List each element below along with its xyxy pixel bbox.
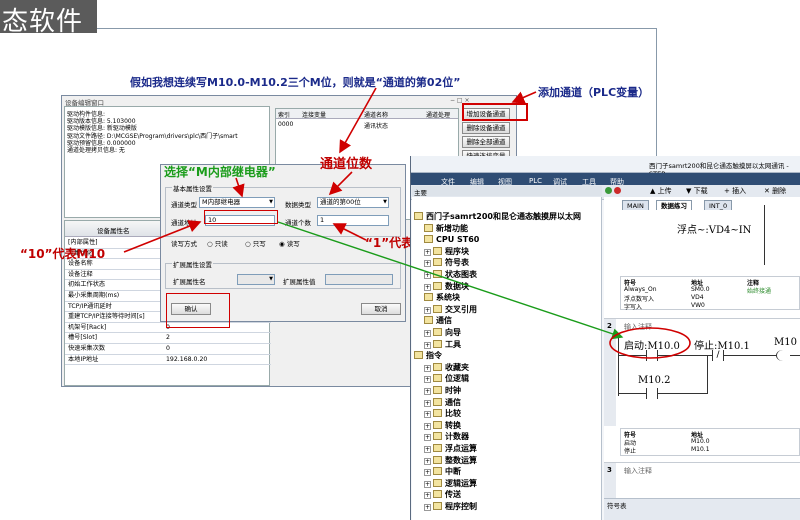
highlight-ladder-start (609, 327, 691, 359)
arrow-add-channel (511, 91, 537, 104)
arrow-green-link (277, 221, 624, 340)
arrow-one-means (332, 223, 367, 241)
annotation-arrows (123, 87, 691, 359)
arrow-ten-means (123, 220, 202, 253)
arrow-select-m (232, 177, 245, 198)
arrow-question (339, 87, 377, 154)
arrow-channel-bit (328, 171, 353, 196)
